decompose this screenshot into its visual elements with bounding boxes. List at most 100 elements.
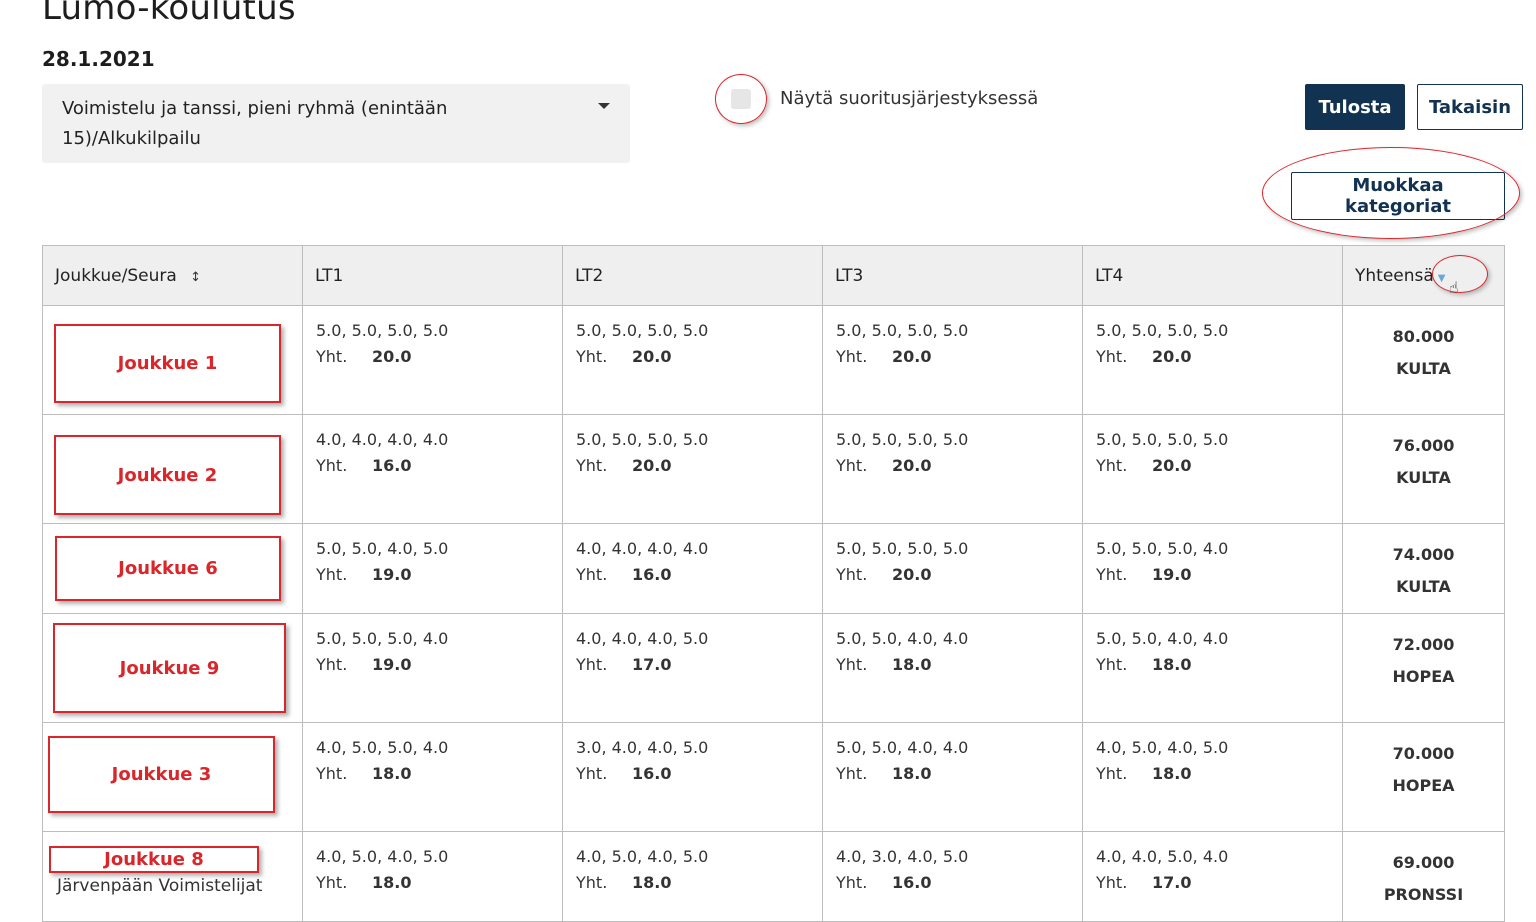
sum-value: 18.0 bbox=[372, 873, 412, 892]
sum-value: 20.0 bbox=[892, 565, 932, 584]
sum-label: Yht. bbox=[1096, 456, 1128, 475]
sum-label: Yht. bbox=[836, 655, 868, 674]
score-cell-lt2: 4.0, 4.0, 4.0, 4.0 Yht. 16.0 bbox=[562, 523, 823, 614]
column-header-lt1[interactable]: LT1 bbox=[302, 245, 563, 306]
category-select-value: Voimistelu ja tanssi, pieni ryhmä (enint… bbox=[62, 98, 448, 149]
total-cell: 80.000 KULTA bbox=[1342, 305, 1505, 415]
hand-cursor-icon: ☝ bbox=[1449, 278, 1459, 297]
print-button[interactable]: Tulosta bbox=[1305, 84, 1405, 130]
team-cell: Joukkue 6 bbox=[42, 523, 303, 614]
sum-label: Yht. bbox=[576, 456, 608, 475]
page-title: Lumo-koulutus bbox=[42, 0, 296, 28]
judge-scores: 5.0, 5.0, 5.0, 4.0 bbox=[1096, 539, 1229, 558]
back-button[interactable]: Takaisin bbox=[1417, 84, 1523, 130]
sum-value: 20.0 bbox=[892, 347, 932, 366]
judge-scores: 4.0, 3.0, 4.0, 5.0 bbox=[836, 847, 969, 866]
sum-line: Yht. 18.0 bbox=[316, 870, 550, 896]
judge-scores: 5.0, 5.0, 5.0, 5.0 bbox=[836, 539, 969, 558]
score-cell-lt3: 5.0, 5.0, 5.0, 5.0 Yht. 20.0 bbox=[822, 305, 1083, 415]
column-header-lt2[interactable]: LT2 bbox=[562, 245, 823, 306]
team-name[interactable]: Joukkue 8 bbox=[49, 846, 259, 873]
team-name[interactable]: Joukkue 9 bbox=[53, 623, 286, 713]
total-points: 74.000 bbox=[1392, 545, 1455, 564]
sum-line: Yht. 20.0 bbox=[836, 344, 1070, 370]
team-cell: Joukkue 3 bbox=[42, 722, 303, 832]
team-name[interactable]: Joukkue 3 bbox=[48, 736, 275, 813]
edit-categories-button[interactable]: Muokkaa kategoriat bbox=[1291, 172, 1505, 220]
sum-value: 20.0 bbox=[632, 347, 672, 366]
sum-value: 19.0 bbox=[372, 655, 412, 674]
team-cell: Joukkue 9 bbox=[42, 613, 303, 723]
judge-scores: 5.0, 5.0, 5.0, 5.0 bbox=[316, 321, 449, 340]
sum-label: Yht. bbox=[836, 764, 868, 783]
table-row: Joukkue 8 Järvenpään Voimistelijat 4.0, 5.… bbox=[42, 831, 1505, 922]
table-header-row: Joukkue/Seura ↕ LT1 LT2 LT3 LT4 Yhteensä… bbox=[42, 245, 1505, 306]
sum-value: 18.0 bbox=[632, 873, 672, 892]
score-cell-lt2: 5.0, 5.0, 5.0, 5.0 Yht. 20.0 bbox=[562, 414, 823, 524]
sum-line: Yht. 17.0 bbox=[1096, 870, 1330, 896]
team-name[interactable]: Joukkue 1 bbox=[54, 324, 281, 403]
caret-down-icon[interactable]: ▼ bbox=[1438, 273, 1446, 284]
sort-updown-icon[interactable]: ↕ bbox=[190, 270, 201, 285]
total-points: 69.000 bbox=[1392, 853, 1455, 872]
judge-scores: 5.0, 5.0, 4.0, 4.0 bbox=[836, 738, 969, 757]
sum-value: 20.0 bbox=[892, 456, 932, 475]
sum-value: 20.0 bbox=[372, 347, 412, 366]
judge-scores: 5.0, 5.0, 5.0, 5.0 bbox=[1096, 321, 1229, 340]
column-header-lt4[interactable]: LT4 bbox=[1082, 245, 1343, 306]
score-cell-lt1: 5.0, 5.0, 5.0, 5.0 Yht. 20.0 bbox=[302, 305, 563, 415]
club-name: Järvenpään Voimistelijat bbox=[57, 876, 263, 896]
score-cell-lt3: 5.0, 5.0, 4.0, 4.0 Yht. 18.0 bbox=[822, 613, 1083, 723]
score-cell-lt1: 4.0, 5.0, 4.0, 5.0 Yht. 18.0 bbox=[302, 831, 563, 922]
score-cell-lt4: 5.0, 5.0, 5.0, 4.0 Yht. 19.0 bbox=[1082, 523, 1343, 614]
medal-label: HOPEA bbox=[1392, 776, 1455, 795]
medal-label: PRONSSI bbox=[1383, 885, 1464, 904]
judge-scores: 3.0, 4.0, 4.0, 5.0 bbox=[576, 738, 709, 757]
column-header-total[interactable]: Yhteensä ▼ ☝ bbox=[1342, 245, 1505, 306]
team-cell: Joukkue 8 Järvenpään Voimistelijat bbox=[42, 831, 303, 922]
sum-label: Yht. bbox=[576, 764, 608, 783]
sum-line: Yht. 18.0 bbox=[576, 870, 810, 896]
medal-label: KULTA bbox=[1396, 468, 1451, 487]
sum-line: Yht. 16.0 bbox=[836, 870, 1070, 896]
chevron-down-icon bbox=[598, 103, 610, 109]
sum-label: Yht. bbox=[1096, 873, 1128, 892]
sum-label: Yht. bbox=[316, 347, 348, 366]
sum-label: Yht. bbox=[836, 347, 868, 366]
score-cell-lt1: 5.0, 5.0, 4.0, 5.0 Yht. 19.0 bbox=[302, 523, 563, 614]
sum-label: Yht. bbox=[316, 456, 348, 475]
sum-line: Yht. 17.0 bbox=[576, 652, 810, 678]
medal-label: KULTA bbox=[1396, 577, 1451, 596]
category-select[interactable]: Voimistelu ja tanssi, pieni ryhmä (enint… bbox=[42, 84, 630, 163]
order-checkbox[interactable] bbox=[731, 89, 751, 109]
score-cell-lt3: 5.0, 5.0, 4.0, 4.0 Yht. 18.0 bbox=[822, 722, 1083, 832]
sum-value: 17.0 bbox=[632, 655, 672, 674]
table-row: Joukkue 1 5.0, 5.0, 5.0, 5.0 Yht. 20.0 5.0, … bbox=[42, 305, 1505, 415]
total-points: 70.000 bbox=[1392, 744, 1455, 763]
sum-value: 18.0 bbox=[1152, 764, 1192, 783]
medal-label: HOPEA bbox=[1392, 667, 1455, 686]
judge-scores: 5.0, 5.0, 5.0, 5.0 bbox=[1096, 430, 1229, 449]
sum-line: Yht. 18.0 bbox=[316, 761, 550, 787]
sum-label: Yht. bbox=[316, 565, 348, 584]
sum-line: Yht. 16.0 bbox=[576, 761, 810, 787]
sum-line: Yht. 20.0 bbox=[836, 562, 1070, 588]
order-checkbox-label: Näytä suoritusjärjestyksessä bbox=[780, 88, 1039, 109]
column-header-team[interactable]: Joukkue/Seura ↕ bbox=[42, 245, 303, 306]
sum-line: Yht. 20.0 bbox=[576, 344, 810, 370]
sum-line: Yht. 18.0 bbox=[1096, 652, 1330, 678]
score-cell-lt2: 4.0, 4.0, 4.0, 5.0 Yht. 17.0 bbox=[562, 613, 823, 723]
sum-line: Yht. 18.0 bbox=[836, 761, 1070, 787]
sum-line: Yht. 19.0 bbox=[316, 562, 550, 588]
score-cell-lt1: 4.0, 4.0, 4.0, 4.0 Yht. 16.0 bbox=[302, 414, 563, 524]
sum-value: 20.0 bbox=[1152, 347, 1192, 366]
total-points: 72.000 bbox=[1392, 635, 1455, 654]
judge-scores: 4.0, 5.0, 4.0, 5.0 bbox=[1096, 738, 1229, 757]
score-cell-lt4: 4.0, 5.0, 4.0, 5.0 Yht. 18.0 bbox=[1082, 722, 1343, 832]
score-cell-lt2: 4.0, 5.0, 4.0, 5.0 Yht. 18.0 bbox=[562, 831, 823, 922]
team-name[interactable]: Joukkue 6 bbox=[55, 536, 281, 601]
column-header-lt3[interactable]: LT3 bbox=[822, 245, 1083, 306]
table-row: Joukkue 2 4.0, 4.0, 4.0, 4.0 Yht. 16.0 5.0, … bbox=[42, 414, 1505, 524]
score-cell-lt3: 5.0, 5.0, 5.0, 5.0 Yht. 20.0 bbox=[822, 523, 1083, 614]
team-name[interactable]: Joukkue 2 bbox=[54, 435, 281, 515]
